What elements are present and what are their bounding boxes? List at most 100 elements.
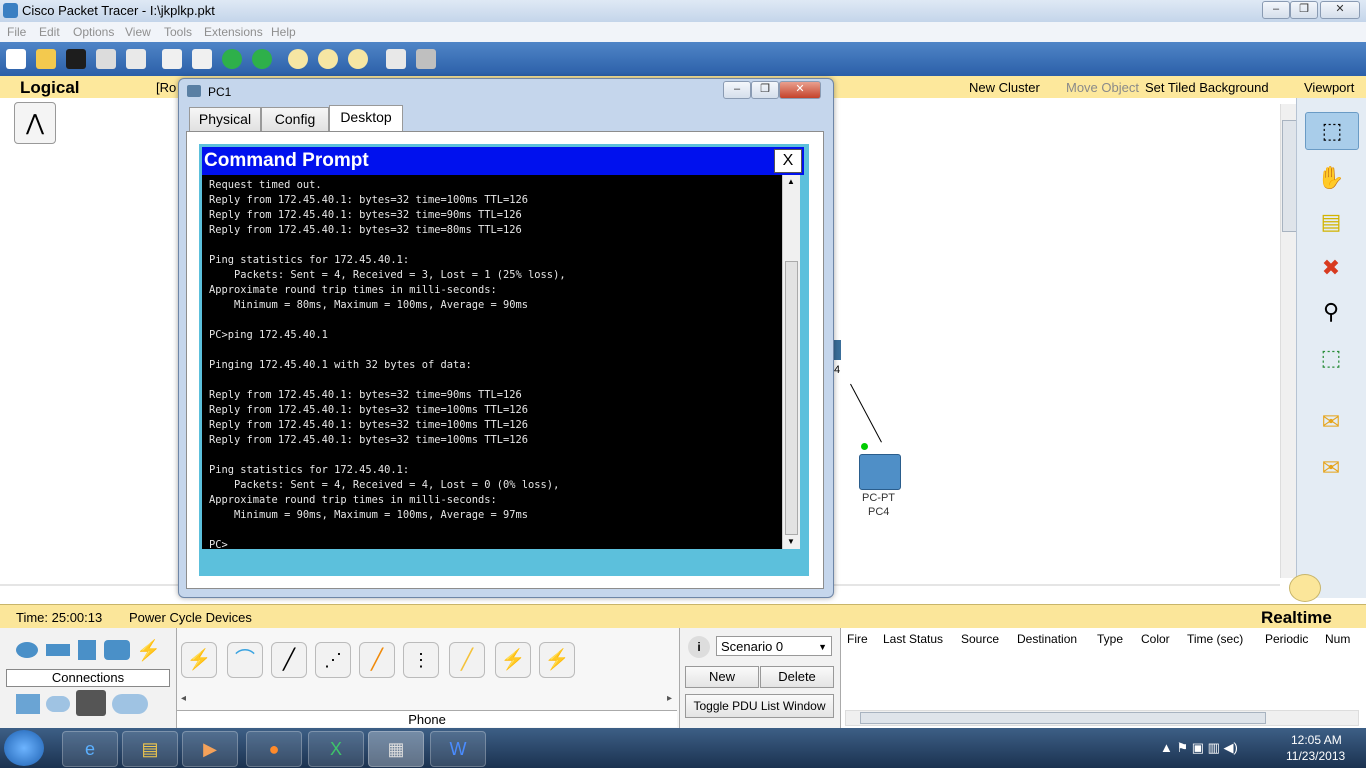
straight-cable-icon[interactable]: ╱ xyxy=(271,642,307,678)
media-player-icon[interactable]: ▶ xyxy=(182,731,238,767)
new-cluster-button[interactable]: New Cluster xyxy=(969,80,1040,95)
print-icon[interactable] xyxy=(96,49,116,69)
cloud-category-icon[interactable] xyxy=(46,696,70,712)
tab-config[interactable]: Config xyxy=(261,107,329,133)
explorer-icon[interactable]: ▤ xyxy=(122,731,178,767)
multiuser-category-icon[interactable] xyxy=(112,694,148,714)
open-folder-icon[interactable] xyxy=(36,49,56,69)
firefox-icon[interactable]: ● xyxy=(246,731,302,767)
pdu-column-header[interactable]: Last Status xyxy=(883,632,943,646)
note-icon[interactable]: ▤ xyxy=(1305,204,1357,240)
zoom-out-icon[interactable] xyxy=(348,49,368,69)
hub-category-icon[interactable] xyxy=(78,640,96,660)
serial-dce-icon[interactable]: ⚡ xyxy=(495,642,531,678)
tab-physical[interactable]: Physical xyxy=(189,107,261,133)
logical-label[interactable]: Logical xyxy=(20,78,80,98)
undo-icon[interactable] xyxy=(222,49,242,69)
pdu-column-header[interactable]: Time (sec) xyxy=(1187,632,1243,646)
toggle-pdu-list-button[interactable]: Toggle PDU List Window xyxy=(685,694,834,718)
pc-minimize-button[interactable]: – xyxy=(723,81,751,99)
command-prompt-terminal[interactable]: Request timed out. Reply from 172.45.40.1… xyxy=(202,175,782,551)
close-button[interactable]: ✕ xyxy=(1320,1,1360,19)
delete-icon[interactable]: ✖ xyxy=(1305,250,1357,286)
terminal-scrollbar[interactable]: ▲ ▼ xyxy=(782,175,800,549)
terminal-scroll-up-icon[interactable]: ▲ xyxy=(787,177,795,186)
add-complex-pdu-icon[interactable]: ✉ xyxy=(1305,450,1357,486)
phone-cable-icon[interactable]: ⋮ xyxy=(403,642,439,678)
end-device-category-icon[interactable] xyxy=(16,694,40,714)
scroll-left-icon[interactable]: ◂ xyxy=(181,693,186,704)
maximize-button[interactable]: ❐ xyxy=(1290,1,1318,19)
fiber-cable-icon[interactable]: ╱ xyxy=(359,642,395,678)
pc-close-button[interactable]: ✕ xyxy=(779,81,821,99)
scroll-right-icon[interactable]: ▸ xyxy=(667,693,672,704)
pc-device-icon[interactable] xyxy=(859,454,901,490)
redo-icon[interactable] xyxy=(252,49,272,69)
console-cable-icon[interactable]: ⌒ xyxy=(227,642,263,678)
ie-icon[interactable]: e xyxy=(62,731,118,767)
realtime-clock-icon[interactable] xyxy=(1289,574,1321,602)
custom-device-icon[interactable] xyxy=(416,49,436,69)
set-tiled-background-button[interactable]: Set Tiled Background xyxy=(1145,80,1269,95)
wireless-category-icon[interactable] xyxy=(104,640,130,660)
pdu-scroll-thumb[interactable] xyxy=(860,712,1266,724)
menu-help[interactable]: Help xyxy=(271,25,296,39)
move-object-button[interactable]: Move Object xyxy=(1066,80,1139,95)
terminal-output[interactable]: Request timed out. Reply from 172.45.40.1… xyxy=(202,175,782,553)
new-scenario-button[interactable]: New xyxy=(685,666,759,688)
switch-category-icon[interactable] xyxy=(46,644,70,656)
move-hand-icon[interactable]: ✋ xyxy=(1305,160,1357,196)
pdu-column-header[interactable]: Source xyxy=(961,632,999,646)
serial-dte-icon[interactable]: ⚡ xyxy=(539,642,575,678)
power-cycle-button[interactable]: Power Cycle Devices xyxy=(129,610,252,625)
add-simple-pdu-icon[interactable]: ✉ xyxy=(1305,404,1357,440)
minimize-button[interactable]: – xyxy=(1262,1,1290,19)
pdu-column-header[interactable]: Num xyxy=(1325,632,1350,646)
paste-icon[interactable] xyxy=(192,49,212,69)
scroll-thumb[interactable] xyxy=(1282,120,1297,232)
root-fragment[interactable]: [Ro xyxy=(156,80,176,95)
custom-category-icon[interactable] xyxy=(76,690,106,716)
activity-wizard-icon[interactable] xyxy=(126,49,146,69)
excel-icon[interactable]: X xyxy=(308,731,364,767)
menu-tools[interactable]: Tools xyxy=(164,25,192,39)
pc-maximize-button[interactable]: ❐ xyxy=(751,81,779,99)
menu-edit[interactable]: Edit xyxy=(39,25,60,39)
delete-scenario-button[interactable]: Delete xyxy=(760,666,834,688)
tab-desktop[interactable]: Desktop xyxy=(329,105,403,134)
menu-file[interactable]: File xyxy=(7,25,26,39)
scenario-info-icon[interactable]: i xyxy=(688,636,710,658)
pdu-column-header[interactable]: Color xyxy=(1141,632,1170,646)
save-icon[interactable] xyxy=(66,49,86,69)
menu-view[interactable]: View xyxy=(125,25,151,39)
router-category-icon[interactable] xyxy=(16,642,38,658)
navigation-cluster-icon[interactable]: ⋀ xyxy=(14,102,56,144)
menu-extensions[interactable]: Extensions xyxy=(204,25,263,39)
clock-date[interactable]: 11/23/2013 xyxy=(1286,749,1345,763)
zoom-in-icon[interactable] xyxy=(288,49,308,69)
zoom-reset-icon[interactable] xyxy=(318,49,338,69)
clock-time[interactable]: 12:05 AM xyxy=(1291,733,1342,747)
inspect-icon[interactable]: ⚲ xyxy=(1305,294,1357,330)
copy-icon[interactable] xyxy=(162,49,182,69)
pdu-horizontal-scrollbar[interactable] xyxy=(845,710,1359,726)
crossover-cable-icon[interactable]: ⋰ xyxy=(315,642,351,678)
new-file-icon[interactable] xyxy=(6,49,26,69)
menu-options[interactable]: Options xyxy=(73,25,114,39)
pdu-column-header[interactable]: Periodic xyxy=(1265,632,1308,646)
auto-connection-icon[interactable]: ⚡ xyxy=(181,642,217,678)
realtime-mode-label[interactable]: Realtime xyxy=(1261,608,1332,628)
vertical-scrollbar[interactable] xyxy=(1280,104,1297,578)
terminal-scroll-down-icon[interactable]: ▼ xyxy=(787,537,795,546)
tray-icons[interactable]: ▲ ⚑ ▣ ▥ ◀) xyxy=(1160,740,1238,756)
pdu-column-header[interactable]: Destination xyxy=(1017,632,1077,646)
word-icon[interactable]: W xyxy=(430,731,486,767)
connections-category-icon[interactable]: ⚡ xyxy=(136,638,161,662)
pdu-column-header[interactable]: Type xyxy=(1097,632,1123,646)
scenario-select[interactable]: Scenario 0 ▼ xyxy=(716,636,832,656)
terminal-scroll-thumb[interactable] xyxy=(785,261,798,535)
pdu-column-header[interactable]: Fire xyxy=(847,632,868,646)
resize-shape-icon[interactable]: ⬚ xyxy=(1305,340,1357,376)
coaxial-cable-icon[interactable]: ╱ xyxy=(449,642,485,678)
packet-tracer-task-icon[interactable]: ▦ xyxy=(368,731,424,767)
